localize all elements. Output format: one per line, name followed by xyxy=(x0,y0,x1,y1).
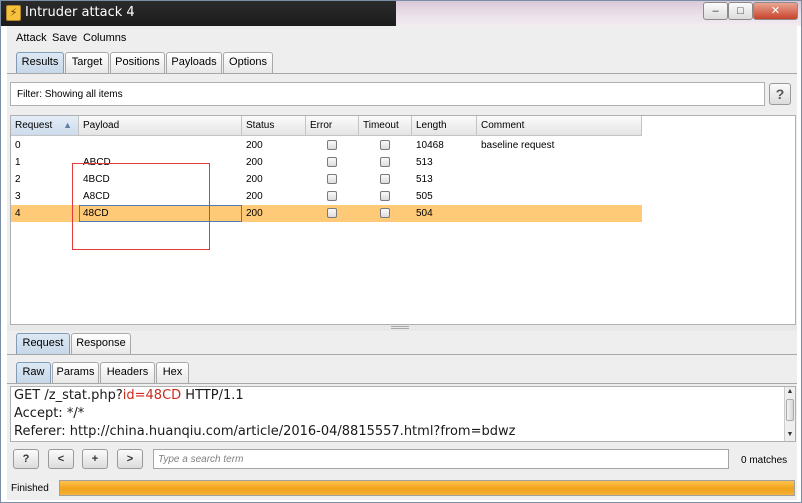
column-timeout[interactable]: Timeout xyxy=(359,116,412,136)
intruder-lightning-icon: ⚡ xyxy=(6,5,21,21)
column-error[interactable]: Error xyxy=(306,116,359,136)
cell-comment xyxy=(477,171,642,188)
cell-status: 200 xyxy=(246,157,263,168)
menu-columns[interactable]: Columns xyxy=(83,32,126,44)
title-bar[interactable]: ⚡ Intruder attack 4 – □ ✕ xyxy=(1,1,801,26)
cell-status: 200 xyxy=(246,140,263,151)
cell-payload xyxy=(79,137,242,154)
search-previous-button[interactable]: < xyxy=(48,449,74,469)
request-highlighted-param: id=48CD xyxy=(122,388,182,403)
maximize-button[interactable]: □ xyxy=(728,2,753,20)
scroll-up-icon[interactable]: ▲ xyxy=(785,387,795,397)
tab-options[interactable]: Options xyxy=(223,52,273,73)
cell-request: 0 xyxy=(15,140,21,151)
editor-vertical-scrollbar[interactable]: ▲ ▼ xyxy=(784,387,795,441)
minimize-button[interactable]: – xyxy=(703,2,728,20)
tab-params[interactable]: Params xyxy=(52,362,99,383)
menu-attack[interactable]: Attack xyxy=(16,32,47,44)
filter-label: Filter: Showing all items xyxy=(17,89,123,100)
tab-hex[interactable]: Hex xyxy=(156,362,189,383)
progress-fill xyxy=(60,481,794,495)
window-title: Intruder attack 4 xyxy=(25,5,135,20)
cell-comment xyxy=(477,205,642,222)
checkbox-timeout xyxy=(380,157,390,167)
cell-comment xyxy=(477,188,642,205)
client-area: Attack Save Columns Results Target Posit… xyxy=(7,26,797,500)
detail-tab-baseline xyxy=(7,354,797,355)
attack-progress-bar xyxy=(59,480,795,496)
status-text: Finished xyxy=(11,483,49,494)
cell-status: 200 xyxy=(246,174,263,185)
cell-length: 505 xyxy=(416,191,433,202)
request-editor[interactable]: GET /z_stat.php?id=48CD HTTP/1.1 Accept:… xyxy=(10,386,796,442)
checkbox-error xyxy=(327,140,337,150)
request-method-path: GET /z_stat.php? xyxy=(14,388,123,403)
filter-help-button[interactable]: ? xyxy=(769,83,791,105)
checkbox-timeout xyxy=(380,191,390,201)
tab-response[interactable]: Response xyxy=(71,333,131,354)
table-row[interactable]: 0 200 10468 baseline request xyxy=(11,137,642,154)
pane-splitter[interactable] xyxy=(7,325,797,331)
search-next-button[interactable]: > xyxy=(117,449,143,469)
tab-request[interactable]: Request xyxy=(16,333,70,355)
tab-headers[interactable]: Headers xyxy=(100,362,155,383)
request-line-1: GET /z_stat.php?id=48CD HTTP/1.1 xyxy=(14,388,244,403)
cell-comment xyxy=(477,154,642,171)
cell-length: 10468 xyxy=(416,140,444,151)
detail-tab-bar: Request Response xyxy=(7,333,797,355)
column-length[interactable]: Length xyxy=(412,116,477,136)
checkbox-error xyxy=(327,157,337,167)
cell-length: 513 xyxy=(416,174,433,185)
checkbox-error xyxy=(327,174,337,184)
menu-bar: Attack Save Columns xyxy=(7,29,797,47)
table-header: Request ▲ Payload Status Error Timeout L… xyxy=(11,116,642,136)
request-line-2: Accept: */* xyxy=(14,406,85,421)
checkbox-timeout xyxy=(380,140,390,150)
cell-length: 513 xyxy=(416,157,433,168)
view-tab-baseline xyxy=(7,383,797,384)
column-request-label: Request xyxy=(15,120,53,131)
cell-status: 200 xyxy=(246,191,263,202)
tab-raw[interactable]: Raw xyxy=(16,362,51,384)
column-status[interactable]: Status xyxy=(242,116,306,136)
search-help-button[interactable]: ? xyxy=(13,449,39,469)
cell-request: 3 xyxy=(15,191,21,202)
tab-target[interactable]: Target xyxy=(65,52,109,73)
splitter-grip-icon xyxy=(391,326,409,329)
tab-baseline xyxy=(7,73,797,74)
annotation-highlight-box xyxy=(72,163,210,250)
cell-length: 504 xyxy=(416,208,433,219)
checkbox-timeout xyxy=(380,208,390,218)
column-payload[interactable]: Payload xyxy=(79,116,242,136)
filter-bar[interactable]: Filter: Showing all items xyxy=(10,82,765,106)
scroll-thumb[interactable] xyxy=(786,399,794,421)
request-protocol: HTTP/1.1 xyxy=(181,388,244,403)
tab-payloads[interactable]: Payloads xyxy=(166,52,222,73)
cell-request: 4 xyxy=(15,208,21,219)
cell-status: 200 xyxy=(246,208,263,219)
checkbox-timeout xyxy=(380,174,390,184)
status-bar: Finished xyxy=(7,478,797,498)
search-match-count: 0 matches xyxy=(741,455,788,466)
search-add-button[interactable]: + xyxy=(82,449,108,469)
menu-save[interactable]: Save xyxy=(52,32,77,44)
sort-ascending-icon: ▲ xyxy=(63,120,72,130)
checkbox-error xyxy=(327,191,337,201)
intruder-window: ⚡ Intruder attack 4 – □ ✕ Attack Save Co… xyxy=(0,0,802,503)
column-comment[interactable]: Comment xyxy=(477,116,642,136)
cell-request: 2 xyxy=(15,174,21,185)
tab-results[interactable]: Results xyxy=(16,52,64,74)
scroll-down-icon[interactable]: ▼ xyxy=(785,430,795,440)
tab-positions[interactable]: Positions xyxy=(110,52,165,73)
checkbox-error xyxy=(327,208,337,218)
close-button[interactable]: ✕ xyxy=(753,2,798,20)
cell-request: 1 xyxy=(15,157,21,168)
request-line-3: Referer: http://china.huanqiu.com/articl… xyxy=(14,424,516,439)
view-tab-bar: Raw Params Headers Hex xyxy=(7,362,797,384)
results-table[interactable]: Request ▲ Payload Status Error Timeout L… xyxy=(10,115,796,325)
search-input[interactable] xyxy=(153,449,729,469)
cell-comment: baseline request xyxy=(481,140,555,151)
column-request[interactable]: Request ▲ xyxy=(11,116,79,136)
main-tab-bar: Results Target Positions Payloads Option… xyxy=(7,52,797,74)
